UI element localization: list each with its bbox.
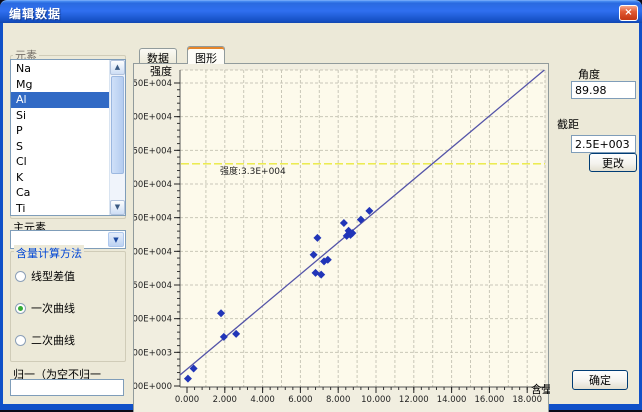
x-tick-label: 12.000 <box>399 395 429 405</box>
intensity-marker-label: 强度:3.3E+004 <box>220 165 286 177</box>
dialog-body: 元素 NaMgAlSiPSClKCaTi ▲ ▼ 主元素 ▼ 含量计算方法 线型… <box>0 23 642 410</box>
angle-label: 角度 <box>578 66 600 82</box>
tab-strip: 数据图形 <box>133 46 549 64</box>
x-tick-label: 10.000 <box>361 395 391 405</box>
y-tick-label: 5.00E+003 <box>134 348 172 358</box>
edit-data-dialog: 编辑数据 × 元素 NaMgAlSiPSClKCaTi ▲ ▼ 主元素 ▼ <box>0 0 642 410</box>
list-item-na[interactable]: Na <box>11 61 110 77</box>
tab-data[interactable]: 数据 <box>139 48 177 64</box>
chevron-down-icon[interactable]: ▼ <box>108 232 124 247</box>
chart-tab-page: 0.000 2.000 4.000 6.000 8.000 10.000 12.000 14.… <box>133 63 549 412</box>
normalize-input[interactable] <box>10 379 124 396</box>
change-button[interactable]: 更改 <box>589 153 637 172</box>
y-tick-label: 2.50E+004 <box>134 214 172 224</box>
calibration-chart[interactable]: 0.000 2.000 4.000 6.000 8.000 10.000 12.000 14.… <box>134 64 550 412</box>
tab-graph[interactable]: 图形 <box>187 46 225 64</box>
plot-area <box>180 70 545 387</box>
method-group-label: 含量计算方法 <box>14 245 84 261</box>
list-item-s[interactable]: S <box>11 139 110 155</box>
scrollbar-thumb[interactable] <box>111 76 124 174</box>
window-title: 编辑数据 <box>9 5 61 22</box>
listbox-scrollbar[interactable]: ▲ ▼ <box>109 60 125 215</box>
radio-method-1[interactable]: 一次曲线 <box>15 301 75 315</box>
list-item-p[interactable]: P <box>11 123 110 139</box>
title-bar[interactable]: 编辑数据 × <box>0 0 642 23</box>
scroll-up-icon[interactable]: ▲ <box>110 60 125 75</box>
list-item-ca[interactable]: Ca <box>11 185 110 201</box>
radio-label: 二次曲线 <box>31 332 75 348</box>
radio-method-2[interactable]: 二次曲线 <box>15 333 75 347</box>
radio-icon[interactable] <box>15 335 26 346</box>
list-item-mg[interactable]: Mg <box>11 77 110 93</box>
radio-label: 线型差值 <box>31 268 75 284</box>
y-tick-label: 2.00E+004 <box>134 247 172 257</box>
y-tick-label: 3.00E+004 <box>134 180 172 190</box>
y-tick-label: 1.50E+004 <box>134 281 172 291</box>
list-item-ti[interactable]: Ti <box>11 201 110 217</box>
x-tick-label: 18.000 <box>512 395 542 405</box>
x-tick-label: 2.000 <box>213 395 237 405</box>
y-axis-title: 强度 <box>150 64 172 78</box>
list-item-al[interactable]: Al <box>11 92 110 108</box>
x-tick-label: 0.000 <box>175 395 199 405</box>
y-tick-label: 3.50E+004 <box>134 146 172 156</box>
y-tick-label: 4.00E+004 <box>134 113 172 123</box>
y-tick-label: 1.00E+004 <box>134 315 172 325</box>
x-tick-label: 4.000 <box>250 395 274 405</box>
x-tick-label: 16.000 <box>475 395 505 405</box>
y-tick-label: 4.50E+004 <box>134 79 172 89</box>
scroll-down-icon[interactable]: ▼ <box>110 200 125 215</box>
x-axis-title: 含量 <box>531 382 550 396</box>
list-item-si[interactable]: Si <box>11 108 110 124</box>
x-tick-label: 6.000 <box>288 395 312 405</box>
element-listbox[interactable]: NaMgAlSiPSClKCaTi ▲ ▼ <box>10 59 126 216</box>
tab-control: 数据图形 0.000 2.000 4.000 6.000 8.000 10.000 12.0… <box>133 46 549 412</box>
list-item-cl[interactable]: Cl <box>11 154 110 170</box>
radio-method-0[interactable]: 线型差值 <box>15 269 75 283</box>
ok-button[interactable]: 确定 <box>572 370 628 390</box>
list-item-k[interactable]: K <box>11 170 110 186</box>
radio-icon[interactable] <box>15 271 26 282</box>
angle-input[interactable] <box>571 81 636 99</box>
y-tick-label: 0.00E+000 <box>134 382 172 392</box>
intercept-label: 截距 <box>557 116 579 132</box>
x-tick-label: 8.000 <box>326 395 350 405</box>
radio-label: 一次曲线 <box>31 300 75 316</box>
close-icon[interactable]: × <box>619 5 638 21</box>
radio-selected-icon[interactable] <box>15 303 26 314</box>
screen: 编辑数据 × 元素 NaMgAlSiPSClKCaTi ▲ ▼ 主元素 ▼ <box>0 0 642 412</box>
intercept-input[interactable] <box>571 135 636 153</box>
element-list: NaMgAlSiPSClKCaTi <box>11 61 110 216</box>
x-tick-label: 14.000 <box>437 395 467 405</box>
